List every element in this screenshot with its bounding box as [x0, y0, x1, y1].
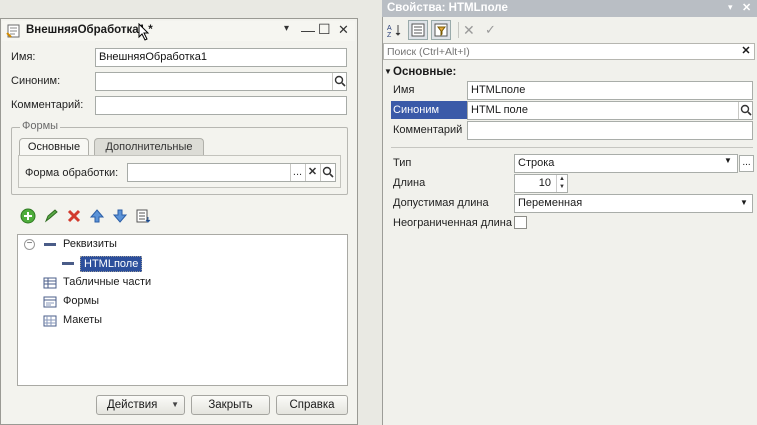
close-form-button[interactable]: Закрыть	[191, 395, 270, 415]
prop-name-label: Имя	[393, 84, 415, 96]
allowed-length-dropdown-icon[interactable]: ▼	[740, 198, 748, 207]
panel-pin-icon[interactable]: ▾	[728, 2, 733, 13]
mouse-cursor-icon	[138, 22, 150, 41]
processing-form-label: Форма обработки:	[25, 167, 119, 179]
svg-text:Z: Z	[387, 32, 392, 38]
comment-label: Комментарий:	[11, 99, 84, 111]
close-button[interactable]: ✕	[338, 22, 349, 38]
actions-button-label: Действия	[107, 399, 158, 411]
dropdown-arrow-icon: ▼	[171, 400, 179, 409]
panel-close-icon[interactable]: ✕	[742, 1, 751, 14]
sort-list-icon[interactable]	[135, 208, 151, 224]
length-stepper-icon[interactable]: ▲ ▼	[556, 175, 567, 192]
section-title: Основные:	[393, 66, 457, 78]
type-dropdown-icon[interactable]: ▼	[724, 156, 732, 165]
minimize-button[interactable]: —	[301, 22, 315, 38]
attributes-icon	[43, 239, 57, 251]
maximize-button[interactable]: ☐	[318, 21, 331, 38]
tree-item-templates[interactable]: Макеты	[63, 314, 102, 326]
window-title: ВнешняяОбработка1 *	[26, 24, 153, 36]
prop-name-field[interactable]: HTMLполе	[467, 81, 753, 100]
tree-item-htmlfield[interactable]: HTMLполе	[80, 256, 143, 272]
comment-field[interactable]	[95, 96, 347, 115]
prop-allowed-length-field[interactable]: Переменная	[514, 194, 753, 213]
select-button[interactable]: ...	[290, 164, 304, 181]
delete-icon[interactable]	[66, 208, 82, 224]
add-icon[interactable]	[20, 208, 36, 224]
props-separator	[391, 147, 753, 148]
move-down-icon[interactable]	[112, 208, 128, 224]
type-select-button[interactable]: ...	[739, 155, 754, 172]
templates-icon	[43, 315, 57, 327]
synonym-label: Синоним:	[11, 75, 61, 87]
svg-text:A: A	[387, 25, 392, 32]
prop-type-field[interactable]: Строка	[514, 154, 738, 173]
tree-item-attributes[interactable]: Реквизиты	[63, 238, 117, 250]
tabular-sections-icon	[43, 277, 57, 289]
prop-synonym-label: Синоним	[393, 104, 440, 116]
prop-type-label: Тип	[393, 157, 412, 169]
prop-length-label: Длина	[393, 177, 426, 189]
properties-title: Свойства: HTMLполе	[382, 0, 757, 17]
metadata-tree[interactable]	[17, 234, 348, 386]
name-field[interactable]: ВнешняяОбработка1	[95, 48, 347, 67]
sort-alphabetical-icon[interactable]: AZ	[386, 22, 402, 39]
search-clear-icon[interactable]: ✕	[739, 44, 753, 59]
categorized-view-icon[interactable]	[408, 20, 428, 40]
prop-allowed-length-label: Допустимая длина	[393, 197, 489, 209]
synonym-field[interactable]	[95, 72, 347, 91]
tab-main[interactable]: Основные	[19, 138, 89, 156]
prop-comment-field[interactable]	[467, 121, 753, 140]
processing-icon	[6, 24, 22, 38]
edit-icon[interactable]	[43, 208, 59, 224]
clear-icon[interactable]: ✕	[463, 22, 475, 39]
prop-comment-label: Комментарий	[393, 124, 463, 136]
checkmark-icon[interactable]: ✓	[485, 22, 496, 38]
prop-unlimited-length-label: Неограниченная длина	[393, 217, 512, 229]
prop-synonym-search-icon[interactable]	[738, 102, 752, 119]
tab-additional[interactable]: Дополнительные	[94, 138, 204, 156]
form-search-icon[interactable]	[320, 164, 334, 181]
toolbar-separator	[458, 22, 459, 38]
section-collapse-icon[interactable]: ▼	[384, 67, 392, 76]
unlimited-length-checkbox[interactable]	[514, 216, 527, 229]
properties-search-input[interactable]	[384, 44, 738, 59]
clear-button[interactable]: ✕	[305, 164, 319, 181]
forms-icon	[43, 296, 57, 308]
tree-item-forms[interactable]: Формы	[63, 295, 99, 307]
help-button[interactable]: Справка	[276, 395, 348, 415]
actions-button[interactable]: Действия ▼	[96, 395, 185, 415]
tree-item-tabular-sections[interactable]: Табличные части	[63, 276, 151, 288]
filter-icon[interactable]	[431, 20, 451, 40]
synonym-search-icon[interactable]	[332, 73, 346, 90]
pin-icon[interactable]: ▾	[284, 23, 289, 34]
name-label: Имя:	[11, 51, 36, 63]
prop-synonym-field[interactable]: HTML поле	[467, 101, 753, 120]
collapse-icon[interactable]: −	[24, 239, 35, 250]
forms-group-title: Формы	[20, 120, 61, 132]
attribute-icon	[61, 258, 75, 270]
move-up-icon[interactable]	[89, 208, 105, 224]
